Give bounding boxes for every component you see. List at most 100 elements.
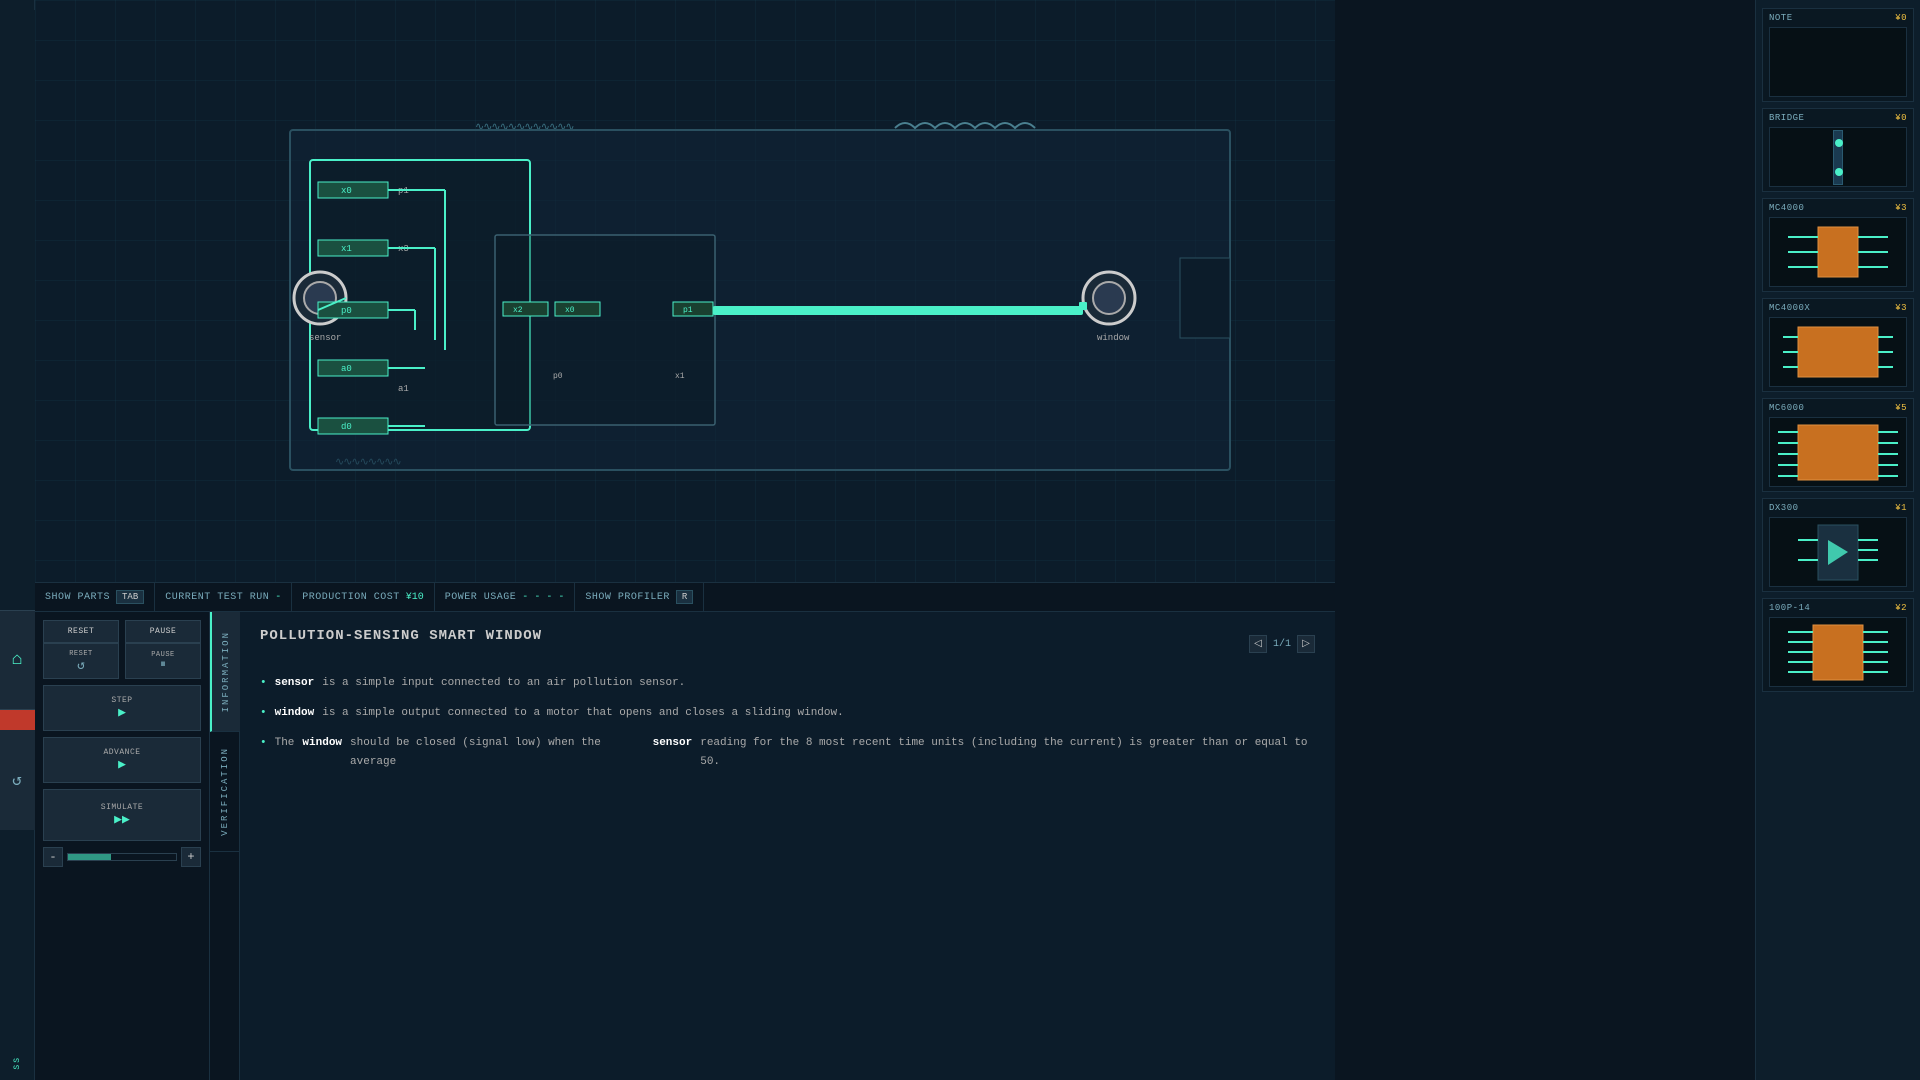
svg-text:x1: x1 [675,372,685,381]
info-keyword-sensor: sensor [275,674,315,694]
speed-plus-button[interactable]: + [181,847,201,867]
production-cost-label: PRODUCTION COST [302,592,400,603]
reset-pause-row: RESET PAUSE [43,620,201,643]
show-parts-item[interactable]: SHOW PARTS TAB [35,583,155,611]
power-usage-label: POWER USAGE [445,592,517,603]
speed-bar [67,853,177,861]
home-icon[interactable]: ⌂ [12,650,23,670]
side-tabs: INFORMATION VERIFICATION [210,612,240,1080]
component-bridge: BRIDGE ¥0 [1762,108,1914,192]
svg-text:d0: d0 [341,422,352,432]
mc6000-svg [1778,420,1898,485]
simulate-button[interactable]: SIMULATE ▶▶ [43,789,201,841]
current-test-run-label: CURRENT TEST RUN [165,592,269,603]
red-indicator [0,710,35,730]
component-100p14-header: 100P-14 ¥2 [1769,603,1907,613]
component-mc4000x-name: MC4000X [1769,303,1810,313]
show-profiler-item[interactable]: SHOW PROFILER R [575,583,704,611]
ss-label: SS [13,1056,22,1070]
step-button[interactable]: STEP ▶ [43,685,201,731]
left-sidebar: ⌂ ↺ SS [0,0,35,1080]
mc4000-svg [1788,222,1888,282]
component-note: NOTE ¥0 [1762,8,1914,102]
show-profiler-label: SHOW PROFILER [585,592,670,603]
svg-text:x0: x0 [565,306,575,315]
component-note-preview [1769,27,1907,97]
reset-btn-full[interactable]: RESET ↺ [43,643,119,679]
svg-text:p0: p0 [341,306,352,316]
reset-pause-icons: RESET ↺ PAUSE ⏸ [43,643,201,679]
simulate-icon: ▶▶ [114,812,130,827]
component-mc4000x-header: MC4000X ¥3 [1769,303,1907,313]
component-mc6000: MC6000 ¥5 [1762,398,1914,492]
svg-text:x3: x3 [398,244,409,254]
info-item-3: The window should be closed (signal low)… [260,734,1315,774]
main-canvas: ∿∿∿∿∿∿∿∿∿∿∿∿ ∿∿∿∿∿∿∿∿ x0 p1 x1 x3 p0 a0 … [35,0,1335,600]
show-parts-key: TAB [116,590,144,604]
speed-row: - + [43,847,201,867]
component-mc4000-cost: ¥3 [1895,203,1907,213]
svg-text:x1: x1 [341,244,352,254]
info-text-3a: The [275,734,295,754]
component-mc6000-name: MC6000 [1769,403,1804,413]
pause-label: PAUSE [151,651,175,659]
tab-information[interactable]: INFORMATION [210,612,240,732]
speed-minus-button[interactable]: - [43,847,63,867]
reset-icon: ↺ [77,658,85,673]
component-mc4000x: MC4000X ¥3 [1762,298,1914,392]
advance-button[interactable]: ADVANCE ▶ [43,737,201,783]
info-keyword-window2: window [302,734,342,754]
info-keyword-window: window [275,704,315,724]
component-note-cost: ¥0 [1895,13,1907,23]
circuit-svg: x0 p1 x1 x3 p0 a0 a1 d0 sensor x2 [35,0,1335,600]
zigzag-top: ∿∿∿∿∿∿∿∿∿∿∿∿ [475,120,574,134]
svg-text:p1: p1 [683,306,693,315]
pagination-controls: ◁ 1/1 ▷ [1249,635,1315,653]
pause-btn-full[interactable]: PAUSE ⏸ [125,643,201,679]
show-profiler-key: R [676,590,693,604]
info-text-1: is a simple input connected to an air po… [322,674,685,694]
pause-button[interactable]: PAUSE [125,620,201,643]
dx300-svg [1798,520,1878,585]
controls-panel: RESET PAUSE RESET ↺ PAUSE ⏸ STEP ▶ ADVAN… [35,612,210,1080]
bridge-dot-top [1835,139,1843,147]
info-item-1: sensor is a simple input connected to an… [260,674,1315,694]
component-mc6000-cost: ¥5 [1895,403,1907,413]
bottom-panel: RESET PAUSE RESET ↺ PAUSE ⏸ STEP ▶ ADVAN… [35,612,1335,1080]
page-prev-button[interactable]: ◁ [1249,635,1267,653]
reset-button[interactable]: RESET [43,620,119,643]
power-usage-v1: - [522,592,528,603]
component-100p14-cost: ¥2 [1895,603,1907,613]
component-mc4000x-cost: ¥3 [1895,303,1907,313]
component-dx300: DX300 ¥1 [1762,498,1914,592]
component-dx300-preview [1769,517,1907,587]
power-usage-item: POWER USAGE - - - - [435,583,576,611]
component-100p14: 100P-14 ¥2 [1762,598,1914,692]
component-bridge-preview [1769,127,1907,187]
step-label: STEP [111,696,132,705]
svg-text:x0: x0 [341,186,352,196]
component-mc4000-header: MC4000 ¥3 [1769,203,1907,213]
component-mc4000-preview [1769,217,1907,287]
pagination-text: 1/1 [1273,639,1291,650]
svg-text:p0: p0 [553,372,563,381]
svg-text:x2: x2 [513,306,523,315]
svg-text:sensor: sensor [309,333,341,343]
power-usage-v2: - [534,592,540,603]
undo-section[interactable]: ↺ [0,730,35,830]
home-section[interactable]: ⌂ [0,610,35,710]
bottom-bar: SHOW PARTS TAB CURRENT TEST RUN - PRODUC… [35,582,1335,612]
power-usage-v3: - [546,592,552,603]
svg-text:a1: a1 [398,384,409,394]
info-text-3c: reading for the 8 most recent time units… [700,734,1315,774]
page-next-button[interactable]: ▷ [1297,635,1315,653]
component-mc4000x-preview [1769,317,1907,387]
tab-verification[interactable]: VERIFICATION [210,732,240,852]
info-keyword-sensor2: sensor [653,734,693,754]
component-mc4000-name: MC4000 [1769,203,1804,213]
undo-icon[interactable]: ↺ [12,770,22,790]
svg-text:window: window [1097,333,1130,343]
info-text-2: is a simple output connected to a motor … [322,704,844,724]
component-mc6000-header: MC6000 ¥5 [1769,403,1907,413]
simulate-label: SIMULATE [101,803,143,812]
